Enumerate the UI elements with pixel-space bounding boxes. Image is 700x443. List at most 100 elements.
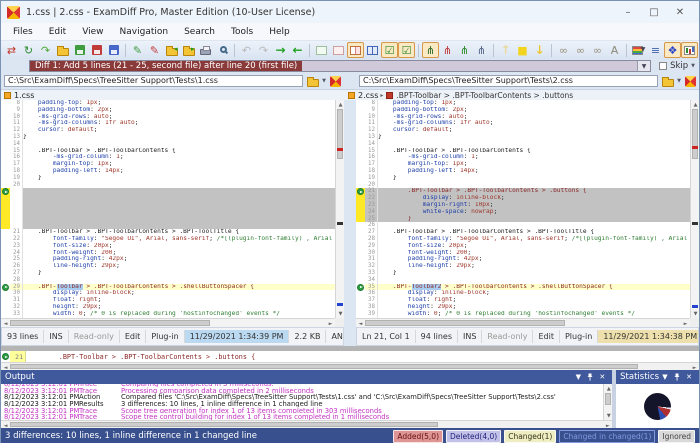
output-close-icon[interactable]: ✕ — [596, 372, 608, 383]
toolbar-save-second-file-button[interactable] — [88, 42, 105, 58]
first-pane-horizontal-scrollbar[interactable]: ◄ ► — [1, 318, 336, 327]
toolbar-find-next-button[interactable]: ∞ — [589, 42, 606, 58]
maximize-button[interactable]: □ — [641, 4, 667, 20]
code-row: 20 — [355, 181, 690, 189]
toolbar-print-button[interactable] — [197, 42, 214, 58]
toolbar-current-difference-button[interactable]: ■ — [514, 42, 531, 58]
output-dropdown-icon[interactable]: ▼ — [572, 372, 584, 383]
toolbar-toggle-line-numbers-button[interactable]: ☑ — [398, 42, 415, 58]
second-pane-horizontal-scrollbar[interactable]: ◄ ► — [355, 318, 690, 327]
second-file-code-area[interactable]: 8 padding-top: 1px; 9 padding-bottom: 2px… — [355, 100, 690, 318]
toolbar-search-button[interactable] — [214, 42, 231, 58]
status-read-only[interactable]: Read-only — [67, 330, 119, 343]
preview-horizontal-scrollbar[interactable]: ◄ ► — [1, 362, 699, 371]
skip-diff-control[interactable]: Skip ▼ — [659, 61, 695, 71]
menu-item-files[interactable]: Files — [5, 25, 41, 39]
toolbar-tree-filter-unique-button[interactable]: ⋔ — [473, 42, 490, 58]
status-ins[interactable]: INS — [456, 330, 481, 343]
second-file-pane[interactable]: 8 padding-top: 1px; 9 padding-bottom: 2px… — [355, 100, 699, 327]
status-plug-in[interactable]: Plug-in — [558, 330, 597, 343]
output-row[interactable]: 8/12/2023 3:12:01 PM Results 3 differences… — [1, 400, 612, 408]
code-row: 28 font-family: "Segoe UI", Arial, sans-… — [355, 235, 690, 243]
toolbar-tree-filter-all-button[interactable]: ⋔ — [422, 42, 439, 58]
toolbar-open-files-button[interactable] — [54, 42, 71, 58]
code-line: } — [23, 133, 27, 140]
status-plug-in[interactable]: Plug-in — [145, 330, 183, 343]
toolbar-view-split-panes-button[interactable] — [347, 42, 364, 58]
tab-second-file[interactable]: 2.css ▸ .BPT-Toolbar > .BPT-ToolbarConte… — [345, 90, 689, 100]
toolbar-copy-diff-right-button[interactable]: → — [272, 42, 289, 58]
preview-diff-line[interactable]: 21 .BPT-Toolbar > .BPT-ToolbarContents >… — [1, 351, 699, 362]
toolbar-tree-filter-different-button[interactable]: ⋔ — [439, 42, 456, 58]
statistics-dropdown-icon[interactable]: ▼ — [659, 372, 671, 383]
toolbar-compare-files-button[interactable]: ⇄ — [3, 42, 20, 58]
status-read-only[interactable]: Read-only — [481, 330, 532, 343]
first-file-pane[interactable]: 8 padding-top: 1px; 9 padding-bottom: 2px… — [1, 100, 345, 327]
output-row[interactable]: 8/12/2023 3:12:01 PM Trace Scope tree gene… — [1, 407, 612, 415]
diff-combo-dropdown[interactable]: ▼ — [637, 61, 651, 71]
toolbar-view-grid-button[interactable] — [364, 42, 381, 58]
toolbar-view-second-pane-only-button[interactable] — [330, 42, 347, 58]
first-pane-vertical-scrollbar[interactable]: ▲ ▼ — [335, 100, 345, 318]
tab-first-file[interactable]: 1.css — [1, 90, 345, 100]
minimize-button[interactable]: – — [615, 4, 641, 20]
second-file-compare-icon[interactable] — [685, 75, 696, 87]
toolbar-redo-button[interactable]: ↷ — [255, 42, 272, 58]
diff-gutter — [355, 181, 365, 189]
statistics-close-icon[interactable]: ✕ — [683, 372, 695, 383]
menu-item-help[interactable]: Help — [261, 25, 298, 39]
first-file-browse-button[interactable]: ▼ — [307, 76, 326, 87]
second-file-path-field[interactable]: C:\Src\ExamDiff\Specs\TreeSitter Support… — [358, 75, 659, 87]
toolbar-save-all-button[interactable] — [105, 42, 122, 58]
menu-item-tools[interactable]: Tools — [223, 25, 261, 39]
first-file-compare-icon[interactable] — [330, 75, 342, 87]
status-edit[interactable]: Edit — [532, 330, 559, 343]
toolbar-toggle-sync-scroll-button[interactable]: ☑ — [381, 42, 398, 58]
code-line: padding-left: 14px; — [52, 167, 124, 174]
output-horizontal-scrollbar[interactable]: ◄ ► — [1, 420, 613, 429]
first-file-code-area[interactable]: 8 padding-top: 1px; 9 padding-bottom: 2px… — [1, 100, 336, 318]
toolbar-copy-diff-left-button[interactable]: ← — [289, 42, 306, 58]
toolbar-plugins-button[interactable]: ❖ — [664, 42, 681, 58]
toolbar-undo-button[interactable]: ↶ — [238, 42, 255, 58]
output-vertical-scrollbar[interactable]: ▲ ▼ — [603, 384, 613, 420]
toolbar-find-first-occurrence-button[interactable]: ∞ — [555, 42, 572, 58]
menu-item-search[interactable]: Search — [176, 25, 223, 39]
skip-checkbox[interactable] — [659, 62, 668, 70]
toolbar-previous-difference-button[interactable]: ↑ — [497, 42, 514, 58]
second-file-browse-button[interactable]: ▼ — [662, 76, 681, 87]
statistics-pin-icon[interactable] — [671, 372, 683, 383]
toolbar-line-inspector-button[interactable]: ≡ — [647, 42, 664, 58]
toolbar-next-difference-button[interactable]: ↓ — [531, 42, 548, 58]
toolbar-find-previous-button[interactable]: ∞ — [572, 42, 589, 58]
toolbar-recompare-button[interactable]: ↻ — [20, 42, 37, 58]
toolbar-copy-block-to-second-button[interactable]: ▸ — [180, 42, 197, 58]
diff-marker-icon[interactable] — [2, 188, 9, 196]
toolbar-layout-scheme-button[interactable]: ▼ — [630, 42, 647, 58]
status-ins[interactable]: INS — [43, 330, 67, 343]
status-edit[interactable]: Edit — [118, 330, 146, 343]
output-pin-icon[interactable] — [584, 372, 596, 383]
toolbar-tree-filter-identical-button[interactable]: ⋔ — [456, 42, 473, 58]
output-row[interactable]: 8/12/2023 3:12:01 PM Trace Processing comp… — [1, 387, 612, 395]
diff-marker-icon[interactable] — [2, 283, 9, 291]
toolbar-statistics-toggle-button[interactable] — [681, 42, 698, 58]
diff-marker-icon[interactable] — [356, 283, 364, 291]
toolbar-edit-first-file-button[interactable]: ✎ — [129, 42, 146, 58]
first-file-path-field[interactable]: C:\Src\ExamDiff\Specs\TreeSitter Support… — [4, 75, 304, 87]
toolbar-copy-block-to-first-button[interactable]: ◂ — [163, 42, 180, 58]
output-row[interactable]: 8/12/2023 3:12:01 PM Action Compared files… — [1, 393, 612, 401]
pane-splitter[interactable] — [344, 100, 356, 327]
diff-selector-combo[interactable]: Diff 1: Add 5 lines (21 - 25, second fil… — [29, 60, 652, 72]
menu-item-edit[interactable]: Edit — [41, 25, 74, 39]
toolbar-recompare-swapped-button[interactable]: ↷ — [37, 42, 54, 58]
toolbar-save-first-file-button[interactable] — [71, 42, 88, 58]
toolbar-view-first-pane-only-button[interactable] — [313, 42, 330, 58]
menu-item-navigation[interactable]: Navigation — [112, 25, 177, 39]
skip-dropdown-icon[interactable]: ▼ — [691, 63, 695, 69]
toolbar-match-options-button[interactable]: A — [606, 42, 623, 58]
menu-item-view[interactable]: View — [74, 25, 111, 39]
close-button[interactable]: ✕ — [667, 4, 693, 20]
toolbar-edit-second-file-button[interactable]: ✎ — [146, 42, 163, 58]
second-pane-vertical-scrollbar[interactable]: ▲ ▼ — [690, 100, 699, 318]
